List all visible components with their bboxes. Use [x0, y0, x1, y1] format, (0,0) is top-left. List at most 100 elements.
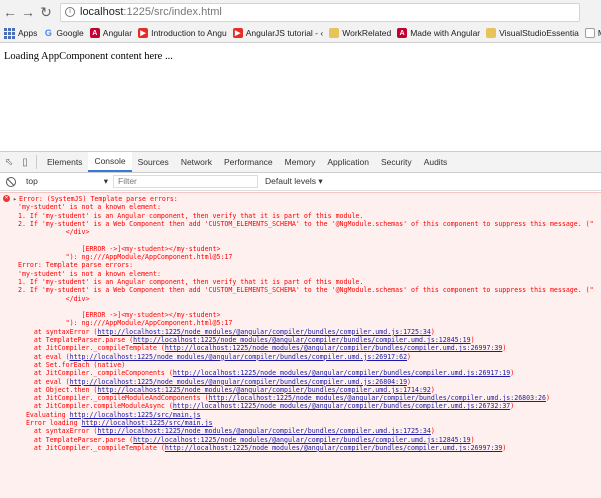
- back-arrow-icon[interactable]: ←: [2, 2, 18, 22]
- console-line: 1. If 'my-student' is an Angular compone…: [18, 277, 364, 286]
- stack-frame-suffix: ): [407, 377, 412, 386]
- tab-console[interactable]: Console: [88, 152, 132, 172]
- address-bar: ← → ↻ i localhost:1225/src/index.html: [0, 0, 601, 24]
- source-link[interactable]: http://localhost:1225/node_modules/@angu…: [133, 436, 470, 444]
- context-select[interactable]: top ▾: [26, 176, 108, 187]
- divider: [36, 155, 37, 169]
- chevron-down-icon: ▾: [103, 176, 108, 186]
- bookmark-label: Apps: [18, 28, 38, 38]
- stack-frame: at JitCompiler._compileComponents (http:…: [18, 369, 601, 377]
- youtube-icon: ▶: [232, 28, 243, 38]
- console-line: </div>: [18, 228, 90, 237]
- forward-arrow-icon[interactable]: →: [20, 2, 36, 22]
- source-link[interactable]: http://localhost:1225/node_modules/@angu…: [97, 386, 430, 394]
- stack-frame: at JitCompiler._compileTemplate (http://…: [18, 344, 601, 352]
- stack-frame-text: Error loading: [18, 419, 82, 428]
- loading-text: Loading AppComponent content here ...: [4, 51, 173, 62]
- source-link[interactable]: http://localhost:1225/src/main.js: [70, 411, 201, 419]
- console-line: 2. If 'my-student' is a Web Component th…: [18, 286, 594, 295]
- stack-frame-suffix: ): [430, 385, 435, 394]
- stack-frame-text: at Set.forEach (native): [18, 360, 126, 369]
- stack-frame-text: at eval (: [18, 352, 70, 361]
- bookmark-item[interactable]: A Made with Angular: [397, 28, 480, 38]
- folder-icon: [486, 28, 497, 38]
- stack-frame: Error loading http://localhost:1225/src/…: [18, 419, 601, 427]
- bookmark-item[interactable]: VisualStudioEssentia: [486, 28, 579, 38]
- tab-elements[interactable]: Elements: [41, 152, 88, 172]
- stack-frame-text: at JitCompiler._compileTemplate (: [18, 344, 165, 353]
- error-title: Error: (SystemJS) Template parse errors:: [18, 195, 178, 203]
- tab-security[interactable]: Security: [375, 152, 418, 172]
- console-line: 'my-student' is not a known element:: [18, 203, 161, 212]
- stack-frame: at eval (http://localhost:1225/node_modu…: [18, 378, 601, 386]
- stack-trace: at syntaxError (http://localhost:1225/no…: [0, 328, 601, 452]
- bookmark-label: VisualStudioEssentia: [499, 28, 579, 38]
- bookmark-item[interactable]: ▶ AngularJS tutorial - ‹: [232, 28, 323, 38]
- bookmark-item[interactable]: G Google: [43, 28, 84, 38]
- clear-console-icon[interactable]: [6, 176, 16, 187]
- device-toolbar-icon[interactable]: ▯: [18, 152, 32, 172]
- stack-frame-suffix: ): [510, 402, 515, 411]
- source-link[interactable]: http://localhost:1225/node_modules/@angu…: [133, 336, 470, 344]
- stack-frame-suffix: ): [502, 443, 507, 452]
- console-line: [ERROR ->]<my-student></my-student>: [18, 311, 221, 320]
- stack-frame: at JitCompiler._compileTemplate (http://…: [18, 444, 601, 452]
- console-line: </div>: [18, 294, 90, 303]
- levels-dropdown[interactable]: Default levels ▾: [265, 176, 323, 187]
- stack-frame-suffix: ): [407, 352, 412, 361]
- source-link[interactable]: http://localhost:1225/node_modules/@angu…: [173, 402, 510, 410]
- bookmark-label: Introduction to Angu: [151, 28, 227, 38]
- stack-frame-text: at JitCompiler.compileModuleAsync (: [18, 402, 173, 411]
- console-toolbar: top ▾ Filter Default levels ▾: [0, 173, 601, 191]
- source-link[interactable]: http://localhost:1225/node_modules/@angu…: [165, 444, 502, 452]
- error-message-header[interactable]: ✕ ▸ Error: (SystemJS) Template parse err…: [0, 195, 601, 203]
- context-value: top: [26, 176, 38, 186]
- filter-input[interactable]: Filter: [113, 175, 258, 188]
- source-link[interactable]: http://localhost:1225/node_modules/@angu…: [209, 394, 546, 402]
- error-lines: 'my-student' is not a known element: 1. I…: [0, 203, 601, 327]
- youtube-icon: ▶: [138, 28, 149, 38]
- stack-frame: at TemplateParser.parse (http://localhos…: [18, 336, 601, 344]
- stack-frame-suffix: ): [502, 344, 507, 353]
- expand-triangle-icon[interactable]: ▸: [13, 195, 17, 203]
- apps-grid-icon: [4, 27, 15, 39]
- bookmark-item[interactable]: MVC.Grid global s: [584, 28, 601, 38]
- levels-label: Default levels: [265, 176, 317, 186]
- stack-frame-text: at eval (: [18, 377, 70, 386]
- tab-sources[interactable]: Sources: [132, 152, 175, 172]
- reload-icon[interactable]: ↻: [38, 2, 54, 22]
- source-link[interactable]: http://localhost:1225/src/main.js: [82, 419, 213, 427]
- source-link[interactable]: http://localhost:1225/node_modules/@angu…: [173, 369, 510, 377]
- bookmarks-bar: Apps G Google A Angular ▶ Introduction to Angu…: [0, 24, 601, 43]
- source-link[interactable]: http://localhost:1225/node_modules/@angu…: [97, 427, 430, 435]
- google-icon: G: [44, 28, 52, 38]
- tab-audits[interactable]: Audits: [418, 152, 454, 172]
- source-link[interactable]: http://localhost:1225/node_modules/@angu…: [97, 328, 430, 336]
- stack-frame-text: at JitCompiler._compileModuleAndComponen…: [18, 394, 209, 403]
- console-line: 1. If 'my-student' is an Angular compone…: [18, 211, 364, 220]
- source-link[interactable]: http://localhost:1225/node_modules/@angu…: [165, 344, 502, 352]
- stack-frame-text: at syntaxError (: [18, 327, 98, 336]
- tab-application[interactable]: Application: [321, 152, 375, 172]
- stack-frame-suffix: ): [430, 427, 435, 436]
- bookmark-item[interactable]: ▶ Introduction to Angu: [138, 28, 227, 38]
- bookmark-item[interactable]: A Angular: [89, 28, 132, 38]
- angular-icon: A: [397, 28, 408, 38]
- bookmark-item[interactable]: Apps: [0, 27, 38, 39]
- page-viewport: Loading AppComponent content here ...: [0, 43, 601, 151]
- stack-frame: Evaluating http://localhost:1225/src/mai…: [18, 411, 601, 419]
- tab-network[interactable]: Network: [175, 152, 218, 172]
- stack-frame-suffix: ): [430, 327, 435, 336]
- source-link[interactable]: http://localhost:1225/node_modules/@angu…: [70, 353, 407, 361]
- stack-frame-text: at TemplateParser.parse (: [18, 435, 134, 444]
- stack-frame-text: at TemplateParser.parse (: [18, 336, 134, 345]
- tab-performance[interactable]: Performance: [218, 152, 279, 172]
- url-input[interactable]: i localhost:1225/src/index.html: [60, 2, 580, 22]
- stack-frame-suffix: ): [546, 394, 550, 403]
- inspect-element-icon[interactable]: ⬁: [2, 152, 16, 172]
- bookmark-item[interactable]: WorkRelated: [329, 28, 391, 38]
- source-link[interactable]: http://localhost:1225/node_modules/@angu…: [70, 378, 407, 386]
- tab-memory[interactable]: Memory: [279, 152, 322, 172]
- console-line: "): ng:///AppModule/AppComponent.html@5:…: [18, 253, 233, 262]
- info-icon[interactable]: i: [65, 7, 75, 17]
